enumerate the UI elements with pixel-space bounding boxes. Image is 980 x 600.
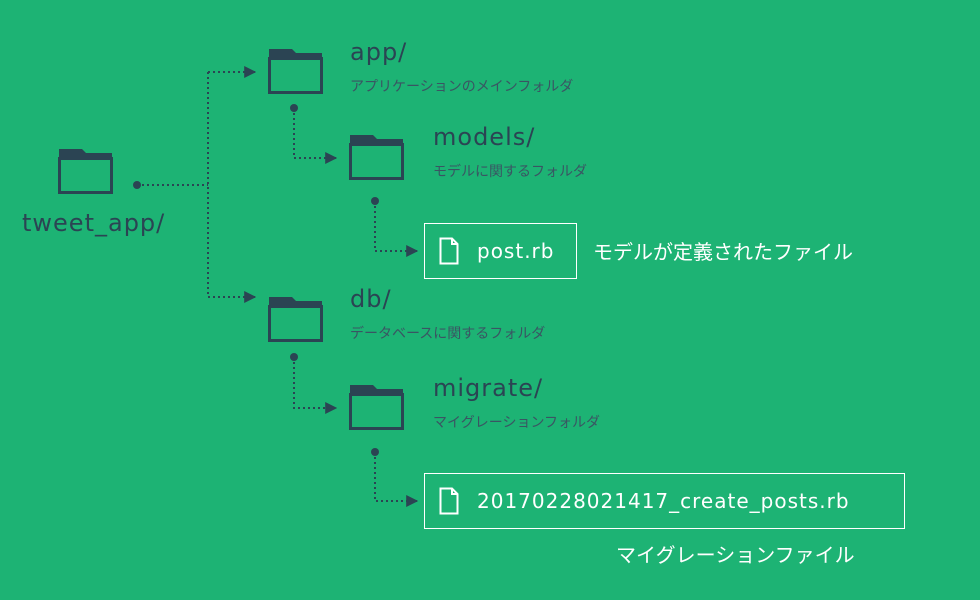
app-folder-description: アプリケーションのメインフォルダ [350, 79, 574, 95]
file-icon [439, 487, 459, 515]
arrow-to-models [293, 108, 338, 164]
folder-icon [349, 133, 405, 181]
arrow-to-migration-file [374, 452, 419, 507]
root-folder-name[interactable]: tweet_app/ [22, 211, 165, 235]
models-folder-description: モデルに関するフォルダ [433, 164, 587, 180]
migrate-folder-name[interactable]: migrate/ [433, 376, 543, 400]
arrow-to-post-file [374, 201, 419, 257]
migration-file-description: マイグレーションファイル [616, 543, 855, 567]
models-folder-name[interactable]: models/ [433, 125, 535, 149]
file-icon [439, 237, 459, 265]
folder-icon [58, 147, 114, 195]
post-file-box[interactable]: post.rb [424, 223, 577, 279]
migration-file-box[interactable]: 20170228021417_create_posts.rb [424, 473, 905, 529]
arrow-to-migrate [293, 357, 338, 414]
db-folder-name[interactable]: db/ [350, 287, 392, 311]
post-file-name: post.rb [477, 239, 555, 263]
migrate-folder-description: マイグレーションフォルダ [433, 415, 601, 431]
folder-icon [268, 47, 324, 95]
app-folder-name[interactable]: app/ [350, 40, 407, 64]
folder-icon [349, 383, 405, 431]
migration-file-name: 20170228021417_create_posts.rb [477, 489, 850, 513]
db-folder-description: データベースに関するフォルダ [350, 326, 546, 342]
post-file-description: モデルが定義されたファイル [593, 240, 853, 264]
folder-icon [268, 295, 324, 343]
